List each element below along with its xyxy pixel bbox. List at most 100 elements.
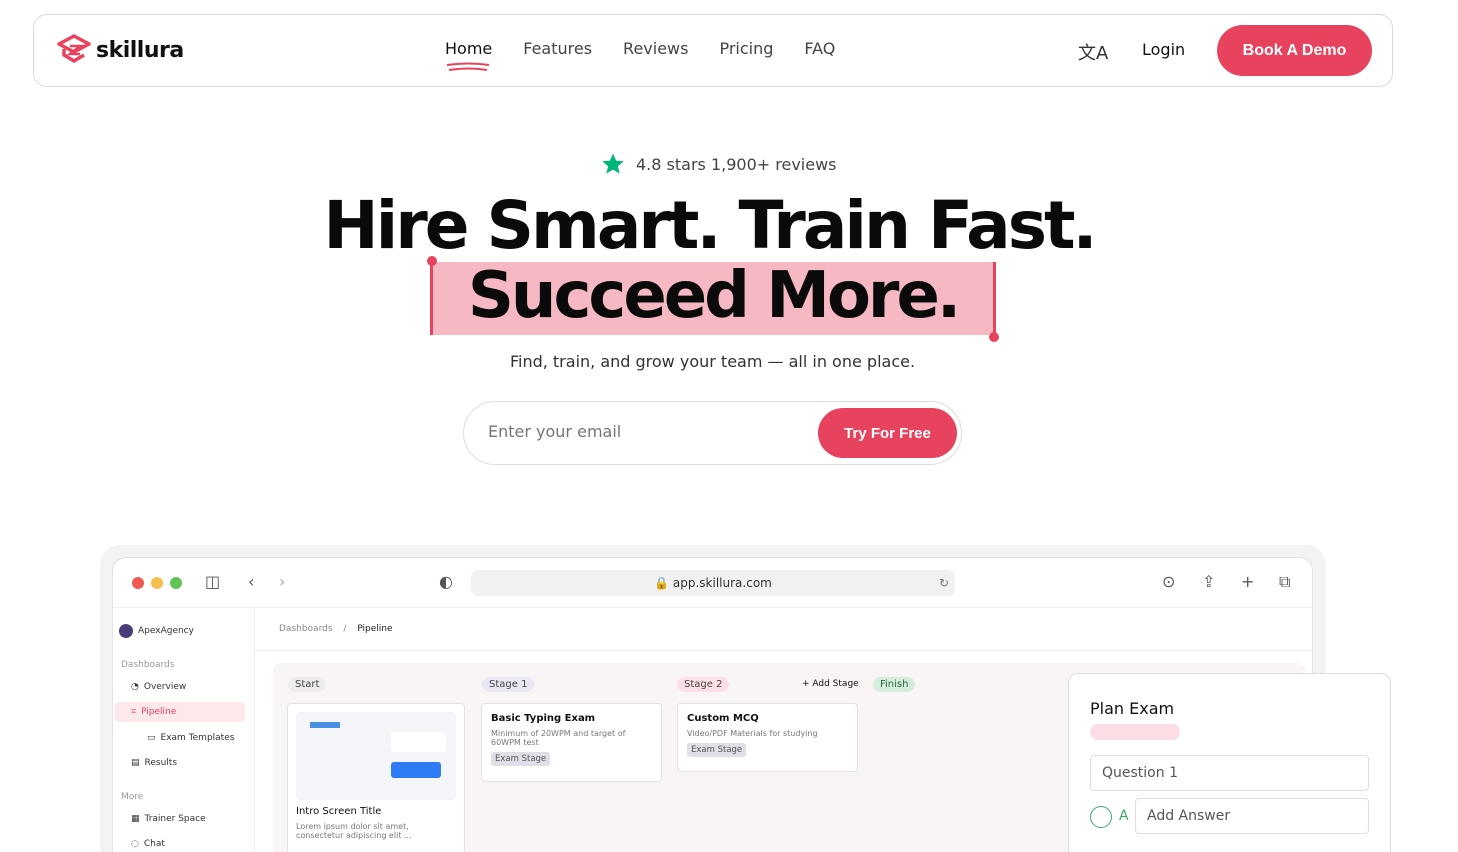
sidebar-item-overview[interactable]: ◔ Overview (131, 682, 186, 692)
breadcrumb-current: Pipeline (357, 624, 393, 634)
book-demo-button[interactable]: Book A Demo (1217, 25, 1372, 76)
thumbnail-block (391, 732, 446, 752)
card-description: Lorem ipsum dolor sit amet, consectetur … (296, 822, 412, 840)
breadcrumb: Dashboards / Pipeline (279, 624, 393, 634)
typing-exam-card[interactable]: Basic Typing Exam Minimum of 20WPM and t… (481, 703, 662, 782)
window-minimize-dot[interactable] (151, 577, 163, 589)
header-divider (255, 650, 1312, 651)
rating-text: 4.8 stars 1,900+ reviews (636, 154, 837, 174)
card-title: Basic Typing Exam (491, 713, 596, 724)
sidebar-item-label: Overview (143, 682, 187, 692)
sidebar-item-label: Results (144, 758, 178, 768)
custom-mcq-card[interactable]: Custom MCQ Video/PDF Materials for study… (677, 703, 858, 772)
highlight-handle-bottom (989, 332, 999, 342)
plan-exam-title: Plan Exam (1090, 699, 1175, 718)
sidebar-item-chat[interactable]: ◌ Chat (131, 839, 165, 849)
email-input[interactable] (488, 422, 788, 441)
rating-badge: 4.8 stars 1,900+ reviews (600, 152, 837, 176)
top-navbar: skillura Home Features Reviews Pricing F… (33, 14, 1393, 87)
question-placeholder: Question 1 (1102, 765, 1178, 781)
answer-input[interactable]: Add Answer (1135, 798, 1369, 834)
question-input[interactable]: Question 1 (1090, 755, 1369, 791)
skillura-logo-icon (57, 34, 91, 63)
sidebar-item-exam-templates[interactable]: ▭ Exam Templates (147, 733, 234, 743)
reload-icon[interactable]: ↻ (939, 570, 949, 596)
workspace-name: ApexAgency (138, 626, 194, 636)
more-heading: More (121, 792, 144, 802)
chart-pie-icon: ◔ (131, 682, 139, 692)
new-tab-icon[interactable]: + (1241, 572, 1254, 591)
card-description: Minimum of 20WPM and target of 60WPM tes… (491, 729, 626, 747)
lock-icon: 🔒 (654, 576, 670, 590)
sidebar-item-label: Pipeline (141, 707, 177, 717)
sidebar-item-pipeline[interactable]: ⌗ Pipeline (115, 702, 245, 722)
sidebar-item-trainer-space[interactable]: ▦ Trainer Space (131, 814, 206, 824)
translate-icon[interactable]: 文A (1078, 39, 1108, 65)
address-bar[interactable]: 🔒 app.skillura.com ↻ (471, 570, 955, 596)
back-icon[interactable]: ‹ (248, 572, 254, 591)
trainer-icon: ▦ (131, 814, 140, 824)
highlight-handle-top (427, 256, 437, 266)
stage-2[interactable]: Stage 2 (677, 677, 730, 692)
download-icon[interactable]: ⊙ (1162, 572, 1175, 591)
intro-screen-card[interactable]: Intro Screen Title Lorem ipsum dolor sit… (287, 703, 465, 852)
brand-name: skillura (96, 37, 184, 63)
folder-icon: ▭ (147, 733, 156, 743)
plan-status-pill (1090, 724, 1180, 740)
exam-stage-tag: Exam Stage (491, 752, 551, 766)
exam-stage-tag: Exam Stage (687, 743, 747, 757)
breadcrumb-separator: / (343, 624, 347, 634)
share-icon[interactable]: ⇪ (1202, 572, 1215, 591)
results-icon: ▤ (131, 758, 140, 768)
pipeline-icon: ⌗ (131, 707, 137, 717)
highlight-bar-right (993, 262, 996, 335)
stage-start[interactable]: Start (288, 677, 327, 692)
try-for-free-button[interactable]: Try For Free (818, 408, 957, 458)
shield-icon[interactable]: ◐ (439, 572, 453, 591)
add-stage-button[interactable]: + Add Stage (795, 677, 866, 691)
card-title: Custom MCQ (687, 713, 759, 724)
email-signup-form: Try For Free (463, 401, 962, 465)
plan-exam-panel: Plan Exam Question 1 A Add Answer (1068, 673, 1391, 852)
sidebar-item-label: Trainer Space (144, 814, 206, 824)
answer-placeholder: Add Answer (1147, 808, 1231, 824)
hero-subtitle: Find, train, and grow your team — all in… (509, 352, 916, 371)
highlight-bar-left (430, 262, 433, 335)
active-underline-scribble (446, 62, 490, 71)
dashboards-heading: Dashboards (121, 660, 175, 670)
sidebar-toggle-icon[interactable]: ◫ (205, 572, 220, 591)
breadcrumb-root[interactable]: Dashboards (279, 624, 333, 634)
window-close-dot[interactable] (132, 577, 144, 589)
card-title: Intro Screen Title (296, 806, 382, 817)
tabs-overview-icon[interactable]: ⧉ (1279, 572, 1290, 592)
thumbnail-block (391, 762, 441, 778)
workspace-avatar (119, 624, 133, 638)
app-sidebar: ApexAgency Dashboards ◔ Overview ⌗ Pipelin… (113, 608, 255, 852)
sidebar-item-label: Exam Templates (160, 733, 235, 743)
browser-toolbar: ◫ ‹ › ◐ 🔒 app.skillura.com ↻ ⊙ ⇪ + ⧉ (113, 558, 1312, 608)
answer-radio[interactable] (1090, 806, 1112, 828)
stage-finish[interactable]: Finish (873, 677, 916, 692)
sidebar-item-results[interactable]: ▤ Results (131, 758, 177, 768)
option-letter: A (1119, 808, 1129, 824)
headline-line2: Succeed More. (467, 259, 961, 333)
window-zoom-dot[interactable] (170, 577, 182, 589)
nav-reviews[interactable]: Reviews (623, 39, 688, 58)
nav-home[interactable]: Home (445, 39, 492, 58)
forward-icon[interactable]: › (279, 572, 285, 591)
thumbnail-block (310, 722, 340, 728)
nav-faq[interactable]: FAQ (804, 39, 835, 58)
stage-1[interactable]: Stage 1 (482, 677, 535, 692)
sidebar-item-label: Chat (143, 839, 165, 849)
nav-features[interactable]: Features (523, 39, 592, 58)
star-icon (602, 153, 624, 174)
card-description: Video/PDF Materials for studying (687, 729, 818, 738)
nav-pricing[interactable]: Pricing (719, 39, 773, 58)
login-link[interactable]: Login (1142, 40, 1185, 59)
brand-logo[interactable]: skillura (56, 34, 184, 66)
headline-highlight: Succeed More. (427, 256, 999, 342)
headline-line1: Hire Smart. Train Fast. (323, 187, 1097, 264)
chat-icon: ◌ (131, 839, 139, 849)
nav-links: Home Features Reviews Pricing FAQ (445, 39, 835, 58)
workspace-switcher[interactable]: ApexAgency (119, 624, 194, 638)
